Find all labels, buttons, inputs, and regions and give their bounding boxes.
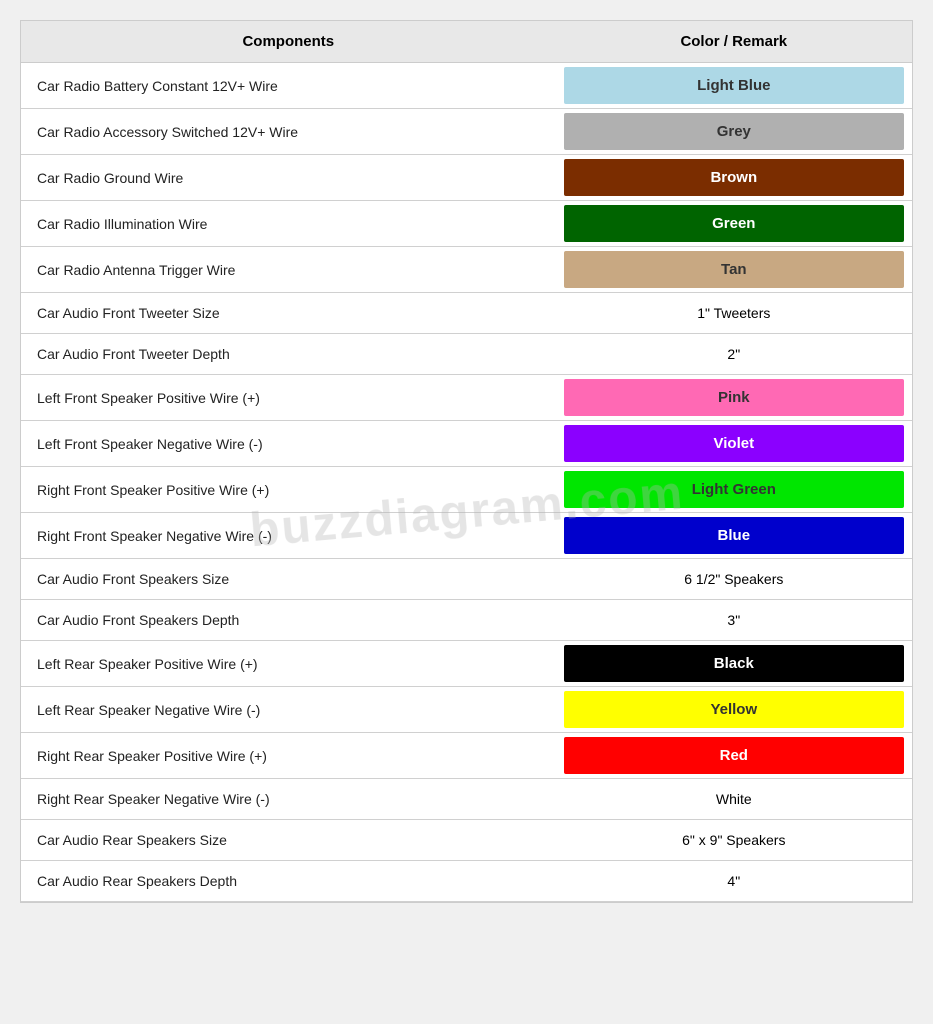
color-cell: Red [556,733,912,779]
table-row: Left Front Speaker Negative Wire (-)Viol… [21,421,912,467]
color-cell: 3" [556,600,912,641]
table-row: Car Audio Front Speakers Size6 1/2" Spea… [21,559,912,600]
table-row: Car Radio Antenna Trigger WireTan [21,247,912,293]
table-row: Car Audio Rear Speakers Depth4" [21,861,912,902]
color-cell: Grey [556,109,912,155]
header-color-remark: Color / Remark [556,21,912,63]
table-row: Right Rear Speaker Positive Wire (+)Red [21,733,912,779]
component-cell: Car Audio Rear Speakers Depth [21,861,556,902]
component-cell: Car Audio Front Tweeter Depth [21,334,556,375]
component-cell: Car Audio Front Speakers Depth [21,600,556,641]
table-row: Right Front Speaker Positive Wire (+)Lig… [21,467,912,513]
table-row: Car Radio Ground WireBrown [21,155,912,201]
table-row: Car Radio Illumination WireGreen [21,201,912,247]
table-row: Car Audio Front Speakers Depth3" [21,600,912,641]
component-cell: Car Audio Front Tweeter Size [21,293,556,334]
component-cell: Left Rear Speaker Positive Wire (+) [21,641,556,687]
color-cell: 6" x 9" Speakers [556,820,912,861]
main-table-wrapper: buzzdiagram.com Components Color / Remar… [20,20,913,903]
color-cell: Pink [556,375,912,421]
component-cell: Car Audio Rear Speakers Size [21,820,556,861]
component-cell: Car Radio Illumination Wire [21,201,556,247]
component-cell: Right Front Speaker Negative Wire (-) [21,513,556,559]
color-cell: Brown [556,155,912,201]
component-cell: Car Audio Front Speakers Size [21,559,556,600]
color-cell: 4" [556,861,912,902]
component-cell: Left Front Speaker Positive Wire (+) [21,375,556,421]
component-cell: Left Rear Speaker Negative Wire (-) [21,687,556,733]
table-row: Car Audio Front Tweeter Depth2" [21,334,912,375]
color-cell: 2" [556,334,912,375]
color-cell: Tan [556,247,912,293]
component-cell: Right Rear Speaker Negative Wire (-) [21,779,556,820]
color-cell: Blue [556,513,912,559]
component-cell: Car Radio Accessory Switched 12V+ Wire [21,109,556,155]
color-cell: Yellow [556,687,912,733]
header-components: Components [21,21,556,63]
component-cell: Car Radio Battery Constant 12V+ Wire [21,63,556,109]
wiring-table: Components Color / Remark Car Radio Batt… [21,21,912,902]
table-row: Left Rear Speaker Positive Wire (+)Black [21,641,912,687]
component-cell: Car Radio Ground Wire [21,155,556,201]
table-row: Car Radio Accessory Switched 12V+ WireGr… [21,109,912,155]
table-row: Right Rear Speaker Negative Wire (-)Whit… [21,779,912,820]
component-cell: Right Front Speaker Positive Wire (+) [21,467,556,513]
table-row: Right Front Speaker Negative Wire (-)Blu… [21,513,912,559]
table-body: Car Radio Battery Constant 12V+ WireLigh… [21,63,912,902]
color-cell: Black [556,641,912,687]
component-cell: Car Radio Antenna Trigger Wire [21,247,556,293]
component-cell: Left Front Speaker Negative Wire (-) [21,421,556,467]
color-cell: 6 1/2" Speakers [556,559,912,600]
table-row: Car Audio Rear Speakers Size6" x 9" Spea… [21,820,912,861]
table-header-row: Components Color / Remark [21,21,912,63]
table-row: Car Audio Front Tweeter Size1" Tweeters [21,293,912,334]
table-row: Car Radio Battery Constant 12V+ WireLigh… [21,63,912,109]
component-cell: Right Rear Speaker Positive Wire (+) [21,733,556,779]
table-row: Left Front Speaker Positive Wire (+)Pink [21,375,912,421]
table-row: Left Rear Speaker Negative Wire (-)Yello… [21,687,912,733]
color-cell: Light Green [556,467,912,513]
color-cell: Green [556,201,912,247]
color-cell: White [556,779,912,820]
color-cell: Violet [556,421,912,467]
color-cell: Light Blue [556,63,912,109]
color-cell: 1" Tweeters [556,293,912,334]
